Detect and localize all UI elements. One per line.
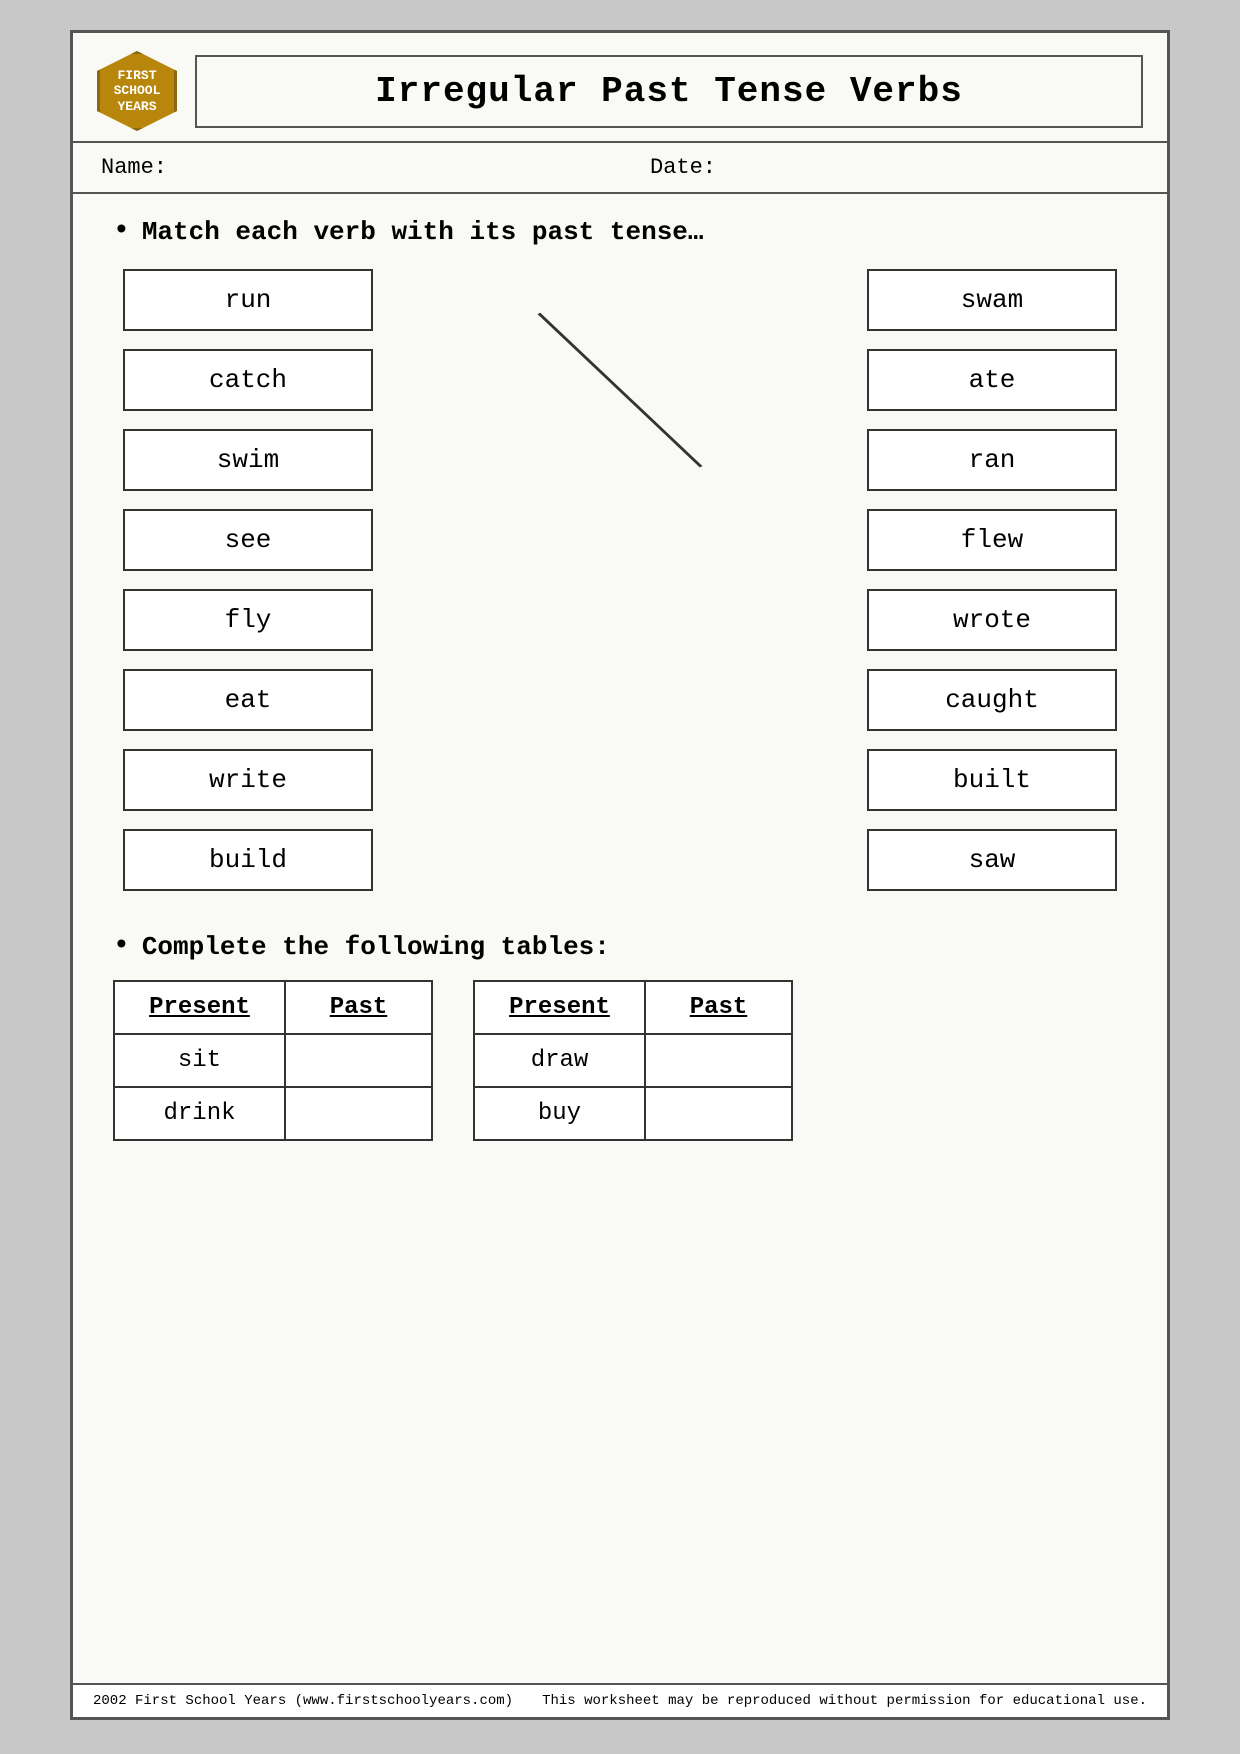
title-box: Irregular Past Tense Verbs [195,55,1143,128]
list-item: run [123,269,373,331]
header: FIRST SCHOOL YEARS Irregular Past Tense … [73,33,1167,143]
list-item: ran [867,429,1117,491]
footer-left: 2002 First School Years (www.firstschool… [93,1693,513,1709]
list-item: catch [123,349,373,411]
content-area: • Match each verb with its past tense… r… [73,194,1167,1163]
right-column: swam ate ran flew wrote caught built saw [867,269,1117,891]
table1-col1-header: Present [114,981,285,1034]
table2-col1-header: Present [474,981,645,1034]
table2-row2-present: buy [474,1087,645,1140]
table1-row2-present: drink [114,1087,285,1140]
table1-row1-present: sit [114,1034,285,1087]
table-row: buy [474,1087,792,1140]
logo-text: FIRST SCHOOL YEARS [114,68,161,115]
list-item: eat [123,669,373,731]
list-item: saw [867,829,1117,891]
section2-title: • Complete the following tables: [113,931,1127,962]
table2: Present Past draw buy [473,980,793,1141]
worksheet-page: FIRST SCHOOL YEARS Irregular Past Tense … [70,30,1170,1720]
table2-row2-past[interactable] [645,1087,792,1140]
list-item: build [123,829,373,891]
list-item: built [867,749,1117,811]
list-item: wrote [867,589,1117,651]
list-item: ate [867,349,1117,411]
section1-title: • Match each verb with its past tense… [113,216,1127,247]
page-title: Irregular Past Tense Verbs [207,71,1131,112]
table1-row2-past[interactable] [285,1087,432,1140]
name-field: Name: [101,155,590,180]
list-item: see [123,509,373,571]
table1: Present Past sit drink [113,980,433,1141]
table-row: draw [474,1034,792,1087]
matching-area: run catch swim see fly eat write build s… [113,269,1127,891]
list-item: write [123,749,373,811]
table-row: sit [114,1034,432,1087]
table2-col2-header: Past [645,981,792,1034]
list-item: swam [867,269,1117,331]
table-row: drink [114,1087,432,1140]
footer: 2002 First School Years (www.firstschool… [73,1683,1167,1717]
logo: FIRST SCHOOL YEARS [97,51,177,131]
list-item: flew [867,509,1117,571]
table2-row1-past[interactable] [645,1034,792,1087]
bullet1: • [113,216,130,247]
table1-row1-past[interactable] [285,1034,432,1087]
name-label: Name: [101,155,167,180]
section2-instruction: Complete the following tables: [142,932,610,962]
name-date-row: Name: Date: [73,143,1167,194]
list-item: caught [867,669,1117,731]
tables-area: Present Past sit drink [113,980,1127,1141]
list-item: swim [123,429,373,491]
bullet2: • [113,931,130,962]
left-column: run catch swim see fly eat write build [123,269,373,891]
section1-instruction: Match each verb with its past tense… [142,217,704,247]
date-field: Date: [590,155,1139,180]
list-item: fly [123,589,373,651]
table1-col2-header: Past [285,981,432,1034]
table2-row1-present: draw [474,1034,645,1087]
date-label: Date: [650,155,716,180]
footer-right: This worksheet may be reproduced without… [542,1693,1147,1709]
